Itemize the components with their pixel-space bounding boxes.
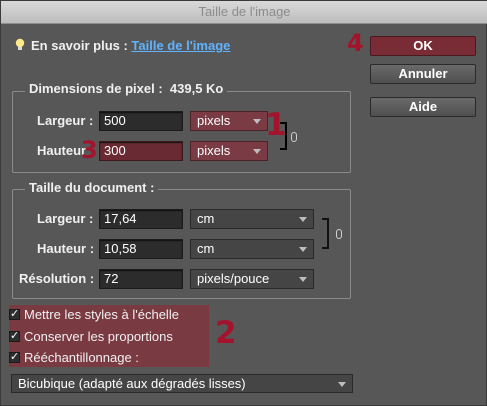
doc-height-unit-value: cm	[197, 241, 215, 256]
annotation-1: 1	[265, 107, 287, 143]
scale-styles-label: Mettre les styles à l'échelle	[24, 307, 179, 322]
pixel-width-unit-select[interactable]: pixels	[190, 111, 268, 131]
doc-proportion-bracket	[322, 218, 329, 249]
annotation-2: 2	[215, 315, 237, 351]
pixel-height-input[interactable]: 300	[99, 141, 183, 161]
pixel-width-unit-value: pixels	[197, 113, 231, 128]
help-link[interactable]: Taille de l'image	[131, 38, 230, 53]
constrain-proportions-label: Conserver les proportions	[24, 329, 173, 344]
chain-link-icon	[336, 229, 342, 239]
doc-width-input[interactable]: 17,64	[99, 209, 183, 229]
chevron-down-icon	[299, 247, 307, 252]
chevron-down-icon	[299, 217, 307, 222]
doc-width-unit-value: cm	[197, 211, 215, 226]
constrain-proportions-option[interactable]: Conserver les proportions	[9, 329, 173, 344]
resolution-unit-select[interactable]: pixels/pouce	[190, 269, 314, 289]
doc-height-input[interactable]: 10,58	[99, 239, 183, 259]
image-size-dialog: Taille de l'image En savoir plus : Taill…	[0, 0, 487, 406]
pixel-size-value: 439,5 Ko	[169, 81, 224, 96]
pixel-height-unit-select[interactable]: pixels	[190, 141, 268, 161]
ok-button[interactable]: OK	[370, 36, 476, 56]
doc-height-label: Hauteur :	[37, 241, 95, 256]
doc-width-unit-select[interactable]: cm	[190, 209, 314, 229]
learn-more-row: En savoir plus : Taille de l'image	[15, 38, 230, 54]
resample-method-value: Bicubique (adapté aux dégradés lisses)	[18, 376, 246, 391]
annotation-3: 3	[81, 136, 98, 164]
doc-height-unit-select[interactable]: cm	[190, 239, 314, 259]
scale-styles-checkbox[interactable]	[9, 307, 20, 322]
learn-more-label: En savoir plus :	[31, 38, 132, 53]
help-button[interactable]: Aide	[370, 97, 476, 117]
chevron-down-icon	[253, 149, 261, 154]
window-title: Taille de l'image	[1, 1, 487, 24]
resolution-input[interactable]: 72	[99, 269, 183, 289]
pixel-height-unit-value: pixels	[197, 143, 231, 158]
lightbulb-icon	[15, 38, 25, 50]
cancel-button[interactable]: Annuler	[370, 64, 476, 84]
resolution-unit-value: pixels/pouce	[197, 271, 270, 286]
chevron-down-icon	[253, 119, 261, 124]
pixel-dimensions-label: Dimensions de pixel :	[29, 81, 163, 96]
pixel-width-input[interactable]: 500	[99, 111, 183, 131]
annotation-4: 4	[347, 29, 364, 57]
resample-method-select[interactable]: Bicubique (adapté aux dégradés lisses)	[11, 374, 353, 393]
resolution-label: Résolution :	[19, 271, 95, 286]
pixel-width-label: Largeur :	[37, 113, 94, 128]
resample-option[interactable]: Rééchantillonnage :	[9, 350, 139, 365]
doc-width-label: Largeur :	[37, 211, 94, 226]
document-size-title: Taille du document :	[25, 181, 159, 195]
chevron-down-icon	[299, 277, 307, 282]
resample-checkbox[interactable]	[9, 350, 20, 365]
constrain-proportions-checkbox[interactable]	[9, 329, 20, 344]
chevron-down-icon	[338, 382, 346, 387]
pixel-dimensions-title: Dimensions de pixel : 439,5 Ko	[25, 81, 228, 96]
resample-label: Rééchantillonnage :	[24, 350, 139, 365]
chain-link-icon	[291, 132, 297, 142]
scale-styles-option[interactable]: Mettre les styles à l'échelle	[9, 307, 179, 322]
